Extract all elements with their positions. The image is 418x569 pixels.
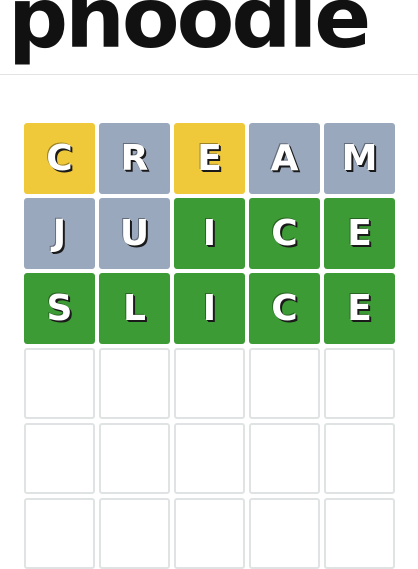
letter-tile-correct: I (174, 198, 245, 269)
app-header: phoodle (0, 0, 418, 75)
letter-tile-correct: E (324, 273, 395, 344)
empty-tile (324, 348, 395, 419)
letter-tile-absent: J (24, 198, 95, 269)
letter-tile-present: C (24, 123, 95, 194)
empty-tile (24, 423, 95, 494)
letter-tile-absent: A (249, 123, 320, 194)
game-board: CREAMJUICESLICE (24, 123, 395, 569)
empty-tile (249, 498, 320, 569)
empty-tile (174, 498, 245, 569)
phoodle-logo: phoodle (8, 0, 371, 67)
letter-tile-absent: U (99, 198, 170, 269)
letter-tile-absent: R (99, 123, 170, 194)
empty-tile (99, 348, 170, 419)
letter-tile-correct: I (174, 273, 245, 344)
letter-tile-present: E (174, 123, 245, 194)
letter-tile-correct: C (249, 198, 320, 269)
letter-tile-correct: E (324, 198, 395, 269)
letter-tile-correct: S (24, 273, 95, 344)
empty-tile (324, 498, 395, 569)
empty-tile (99, 498, 170, 569)
letter-tile-absent: M (324, 123, 395, 194)
empty-tile (249, 348, 320, 419)
empty-tile (24, 498, 95, 569)
empty-tile (174, 348, 245, 419)
empty-tile (174, 423, 245, 494)
empty-tile (24, 348, 95, 419)
empty-tile (249, 423, 320, 494)
empty-tile (99, 423, 170, 494)
empty-tile (324, 423, 395, 494)
letter-tile-correct: C (249, 273, 320, 344)
letter-tile-correct: L (99, 273, 170, 344)
